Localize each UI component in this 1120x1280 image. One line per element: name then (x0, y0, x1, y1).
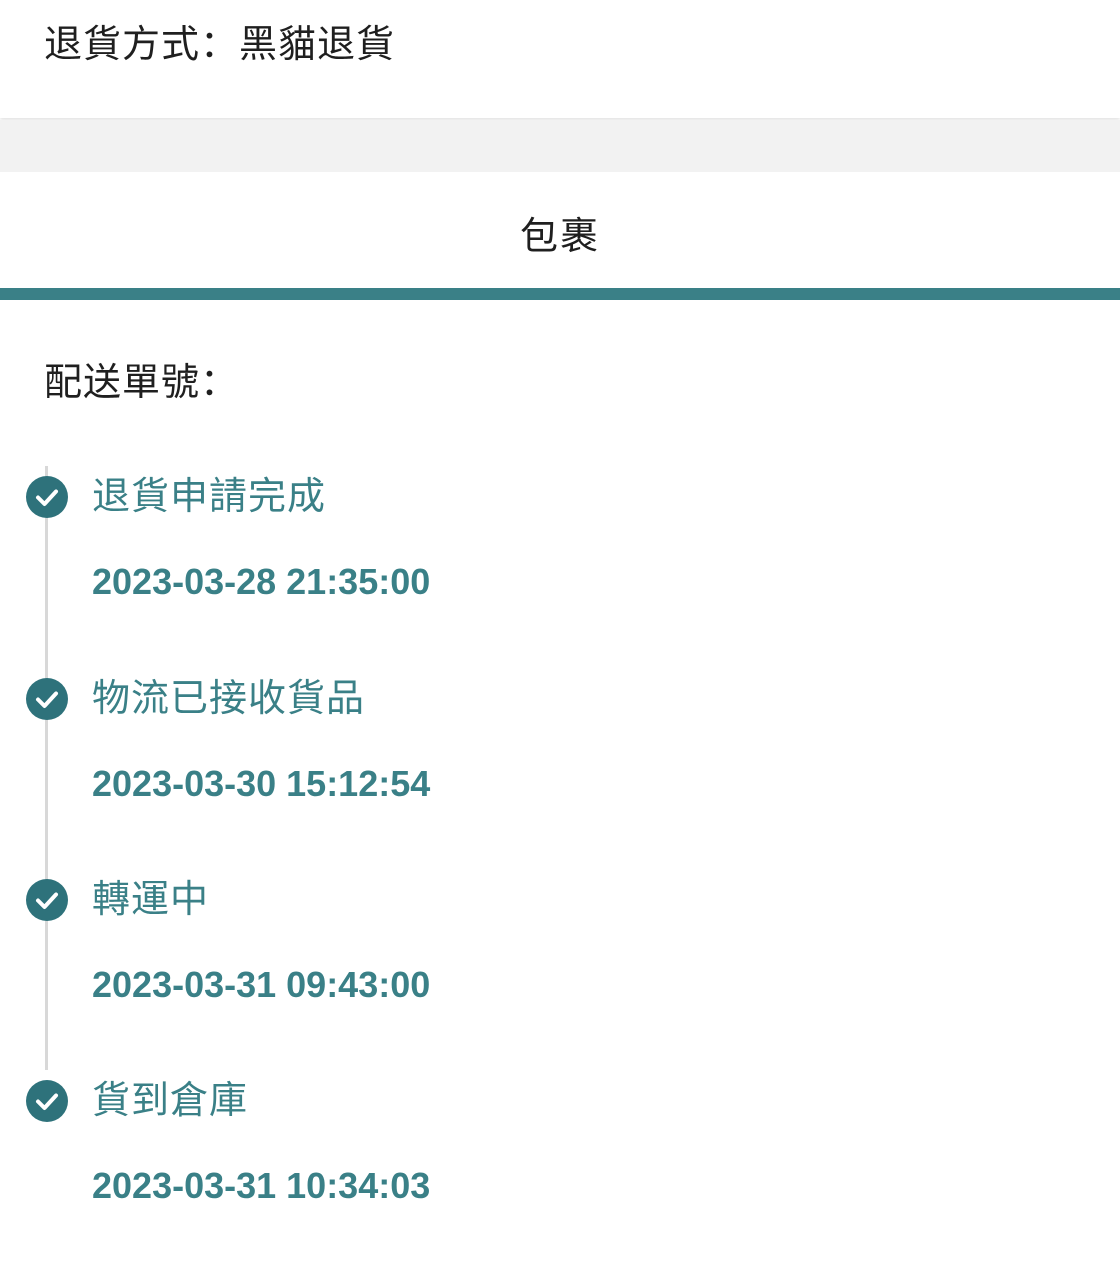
tracking-number-row: 配送單號： (44, 356, 239, 408)
timeline-step: 物流已接收貨品 2023-03-30 15:12:54 (0, 642, 1120, 844)
timeline-step: 轉運中 2023-03-31 09:43:00 (0, 843, 1120, 1045)
timeline-step-title: 貨到倉庫 (92, 1078, 249, 1122)
timeline-step-time: 2023-03-31 10:34:03 (92, 1165, 431, 1206)
check-circle-icon (26, 879, 68, 921)
tab-package[interactable]: 包裹 (0, 210, 1120, 262)
tab-active-indicator (0, 288, 1120, 300)
tab-bar: 包裹 (0, 172, 1120, 300)
return-method-section: 退貨方式：黑貓退貨 (0, 0, 1120, 118)
timeline-step-title: 物流已接收貨品 (92, 676, 366, 720)
return-method-label: 退貨方式： (44, 22, 240, 66)
timeline-step-time: 2023-03-31 09:43:00 (92, 964, 431, 1005)
tracking-number-label: 配送單號： (44, 360, 240, 404)
check-circle-icon (26, 1080, 68, 1122)
check-circle-icon (26, 476, 68, 518)
return-method-value: 黑貓退貨 (239, 22, 396, 66)
timeline-step-title: 退貨申請完成 (92, 474, 327, 518)
timeline-step-title: 轉運中 (92, 877, 210, 921)
timeline-step-time: 2023-03-30 15:12:54 (92, 763, 431, 804)
return-method-text: 退貨方式：黑貓退貨 (44, 18, 395, 70)
timeline-step-time: 2023-03-28 21:35:00 (92, 561, 431, 602)
check-circle-icon (26, 678, 68, 720)
timeline-step: 貨到倉庫 2023-03-31 10:34:03 (0, 1044, 1120, 1246)
section-divider (0, 120, 1120, 172)
timeline-step: 退貨申請完成 2023-03-28 21:35:00 (0, 440, 1120, 642)
